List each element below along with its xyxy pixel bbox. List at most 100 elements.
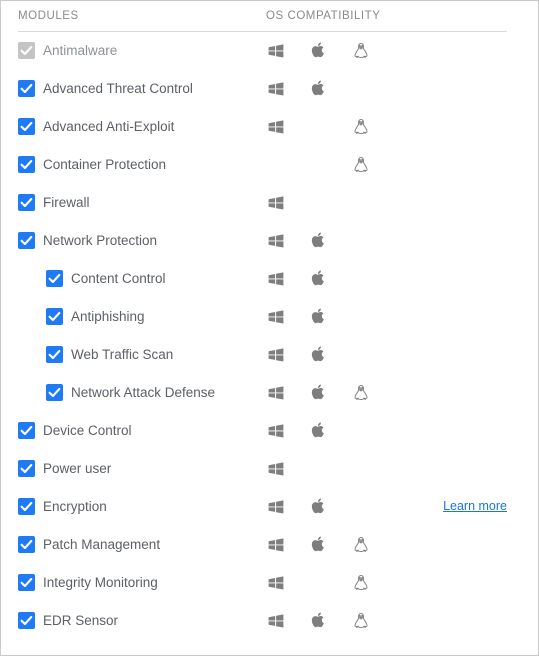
apple-icon bbox=[309, 231, 329, 251]
windows-icon bbox=[266, 345, 286, 365]
module-label: Network Attack Defense bbox=[71, 385, 216, 400]
linux-penguin-icon bbox=[351, 41, 371, 61]
windows-icon bbox=[266, 269, 286, 289]
module-checkbox-wrapper bbox=[18, 612, 35, 629]
module-checkbox-wrapper bbox=[18, 118, 35, 135]
windows-icon bbox=[266, 307, 286, 327]
windows-icon bbox=[266, 193, 286, 213]
column-header-modules: MODULES bbox=[18, 10, 79, 22]
module-label: Antimalware bbox=[43, 43, 118, 58]
apple-icon bbox=[309, 421, 329, 441]
module-label: Firewall bbox=[43, 195, 90, 210]
module-label: Integrity Monitoring bbox=[43, 575, 158, 590]
linux-penguin-icon bbox=[351, 117, 371, 137]
module-checkbox[interactable] bbox=[18, 536, 35, 553]
module-checkbox[interactable] bbox=[18, 156, 35, 173]
modules-os-compatibility-panel: MODULES OS COMPATIBILITY Antimalware Adva… bbox=[0, 0, 539, 656]
module-checkbox-wrapper bbox=[18, 80, 35, 97]
module-checkbox-wrapper bbox=[18, 536, 35, 553]
module-row: Integrity Monitoring bbox=[1, 564, 538, 602]
module-checkbox[interactable] bbox=[18, 194, 35, 211]
module-row: Antiphishing bbox=[1, 298, 538, 336]
module-label: Patch Management bbox=[43, 537, 161, 552]
module-row: Firewall bbox=[1, 184, 538, 222]
apple-icon bbox=[309, 535, 329, 555]
column-header-os-compatibility: OS COMPATIBILITY bbox=[266, 10, 381, 22]
module-checkbox[interactable] bbox=[46, 384, 63, 401]
module-row: Encryption Learn more bbox=[1, 488, 538, 526]
linux-penguin-icon bbox=[351, 573, 371, 593]
linux-penguin-icon bbox=[351, 155, 371, 175]
module-row: Network Protection bbox=[1, 222, 538, 260]
windows-icon bbox=[266, 421, 286, 441]
module-checkbox[interactable] bbox=[18, 612, 35, 629]
apple-icon bbox=[309, 79, 329, 99]
learn-more-link[interactable]: Learn more bbox=[443, 499, 507, 513]
module-checkbox-wrapper bbox=[46, 308, 63, 325]
module-label: Network Protection bbox=[43, 233, 158, 248]
module-row: Advanced Threat Control bbox=[1, 70, 538, 108]
module-checkbox-wrapper bbox=[18, 574, 35, 591]
windows-icon bbox=[266, 535, 286, 555]
module-checkbox-wrapper bbox=[18, 460, 35, 477]
linux-penguin-icon bbox=[351, 535, 371, 555]
module-checkbox[interactable] bbox=[18, 498, 35, 515]
windows-icon bbox=[266, 41, 286, 61]
module-checkbox[interactable] bbox=[18, 118, 35, 135]
module-label: Web Traffic Scan bbox=[71, 347, 174, 362]
module-checkbox-wrapper bbox=[18, 232, 35, 249]
module-checkbox[interactable] bbox=[46, 346, 63, 363]
module-label: Device Control bbox=[43, 423, 132, 438]
module-row: Content Control bbox=[1, 260, 538, 298]
module-checkbox-wrapper bbox=[46, 384, 63, 401]
module-label: Content Control bbox=[71, 271, 166, 286]
module-checkbox[interactable] bbox=[18, 422, 35, 439]
apple-icon bbox=[309, 307, 329, 327]
module-row: Patch Management bbox=[1, 526, 538, 564]
apple-icon bbox=[309, 41, 329, 61]
windows-icon bbox=[266, 231, 286, 251]
module-checkbox-wrapper bbox=[18, 42, 35, 59]
windows-icon bbox=[266, 383, 286, 403]
module-checkbox-wrapper bbox=[18, 194, 35, 211]
module-label: Power user bbox=[43, 461, 112, 476]
module-checkbox[interactable] bbox=[46, 308, 63, 325]
module-label: Antiphishing bbox=[71, 309, 145, 324]
windows-icon bbox=[266, 117, 286, 137]
module-checkbox-wrapper bbox=[18, 498, 35, 515]
module-checkbox-wrapper bbox=[46, 346, 63, 363]
windows-icon bbox=[266, 611, 286, 631]
module-row: Power user bbox=[1, 450, 538, 488]
module-label: Advanced Anti-Exploit bbox=[43, 119, 175, 134]
modules-list: Antimalware Advanced Threat Control Advanc… bbox=[1, 32, 538, 640]
windows-icon bbox=[266, 497, 286, 517]
module-checkbox[interactable] bbox=[46, 270, 63, 287]
table-header: MODULES OS COMPATIBILITY bbox=[1, 1, 538, 32]
windows-icon bbox=[266, 79, 286, 99]
module-label: Encryption bbox=[43, 499, 107, 514]
linux-penguin-icon bbox=[351, 611, 371, 631]
module-label: Container Protection bbox=[43, 157, 167, 172]
module-checkbox[interactable] bbox=[18, 80, 35, 97]
module-row: Device Control bbox=[1, 412, 538, 450]
module-checkbox-wrapper bbox=[18, 422, 35, 439]
module-row: Web Traffic Scan bbox=[1, 336, 538, 374]
module-checkbox bbox=[18, 42, 35, 59]
module-row: Advanced Anti-Exploit bbox=[1, 108, 538, 146]
module-row: Antimalware bbox=[1, 32, 538, 70]
apple-icon bbox=[309, 383, 329, 403]
module-checkbox-wrapper bbox=[46, 270, 63, 287]
apple-icon bbox=[309, 497, 329, 517]
module-checkbox-wrapper bbox=[18, 156, 35, 173]
module-row: Container Protection bbox=[1, 146, 538, 184]
apple-icon bbox=[309, 345, 329, 365]
module-checkbox[interactable] bbox=[18, 232, 35, 249]
windows-icon bbox=[266, 573, 286, 593]
apple-icon bbox=[309, 611, 329, 631]
linux-penguin-icon bbox=[351, 383, 371, 403]
module-checkbox[interactable] bbox=[18, 574, 35, 591]
windows-icon bbox=[266, 459, 286, 479]
module-label: Advanced Threat Control bbox=[43, 81, 193, 96]
module-label: EDR Sensor bbox=[43, 613, 119, 628]
module-checkbox[interactable] bbox=[18, 460, 35, 477]
